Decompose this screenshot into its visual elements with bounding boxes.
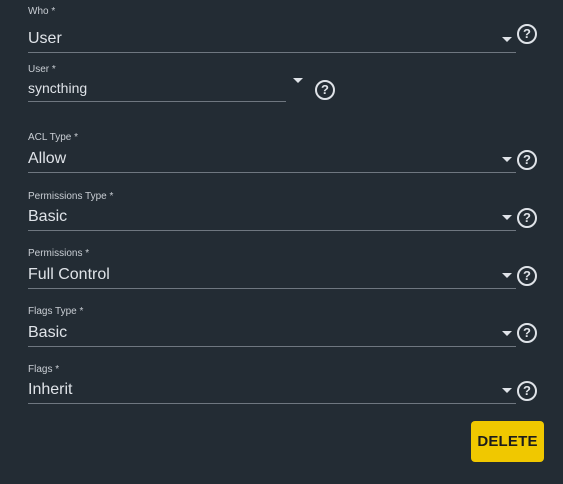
help-icon[interactable]: ?: [315, 80, 335, 100]
flags-label: Flags *: [28, 364, 60, 375]
help-icon[interactable]: ?: [517, 381, 537, 401]
flags-type-select[interactable]: Basic: [28, 320, 516, 347]
help-icon[interactable]: ?: [517, 208, 537, 228]
user-input[interactable]: [28, 80, 278, 96]
help-icon[interactable]: ?: [517, 266, 537, 286]
help-icon[interactable]: ?: [517, 150, 537, 170]
permissions-type-select[interactable]: Basic: [28, 204, 516, 231]
permissions-label: Permissions *: [28, 248, 90, 259]
flags-type-label: Flags Type *: [28, 306, 84, 317]
acl-type-value: Allow: [28, 150, 67, 167]
acl-type-label: ACL Type *: [28, 132, 79, 143]
user-label: User *: [28, 64, 56, 75]
chevron-down-icon: [502, 331, 512, 336]
permissions-value: Full Control: [28, 266, 110, 283]
acl-type-select[interactable]: Allow: [28, 146, 516, 173]
user-input-wrapper: [28, 77, 286, 102]
who-value: User: [28, 30, 62, 47]
permissions-type-label: Permissions Type *: [28, 191, 114, 202]
flags-value: Inherit: [28, 381, 73, 398]
chevron-down-icon[interactable]: [293, 78, 303, 83]
flags-type-value: Basic: [28, 324, 68, 341]
chevron-down-icon: [502, 37, 512, 42]
help-icon[interactable]: ?: [517, 323, 537, 343]
chevron-down-icon: [502, 273, 512, 278]
permissions-type-value: Basic: [28, 208, 68, 225]
delete-button[interactable]: DELETE: [471, 421, 544, 462]
who-select[interactable]: User: [28, 26, 516, 53]
chevron-down-icon: [502, 215, 512, 220]
permissions-select[interactable]: Full Control: [28, 262, 516, 289]
acl-entry-form: Who * User ? User * ? ACL Type * Allow ?…: [0, 0, 563, 484]
who-label: Who *: [28, 6, 56, 17]
chevron-down-icon: [502, 388, 512, 393]
help-icon[interactable]: ?: [517, 24, 537, 44]
chevron-down-icon: [502, 157, 512, 162]
flags-select[interactable]: Inherit: [28, 377, 516, 404]
